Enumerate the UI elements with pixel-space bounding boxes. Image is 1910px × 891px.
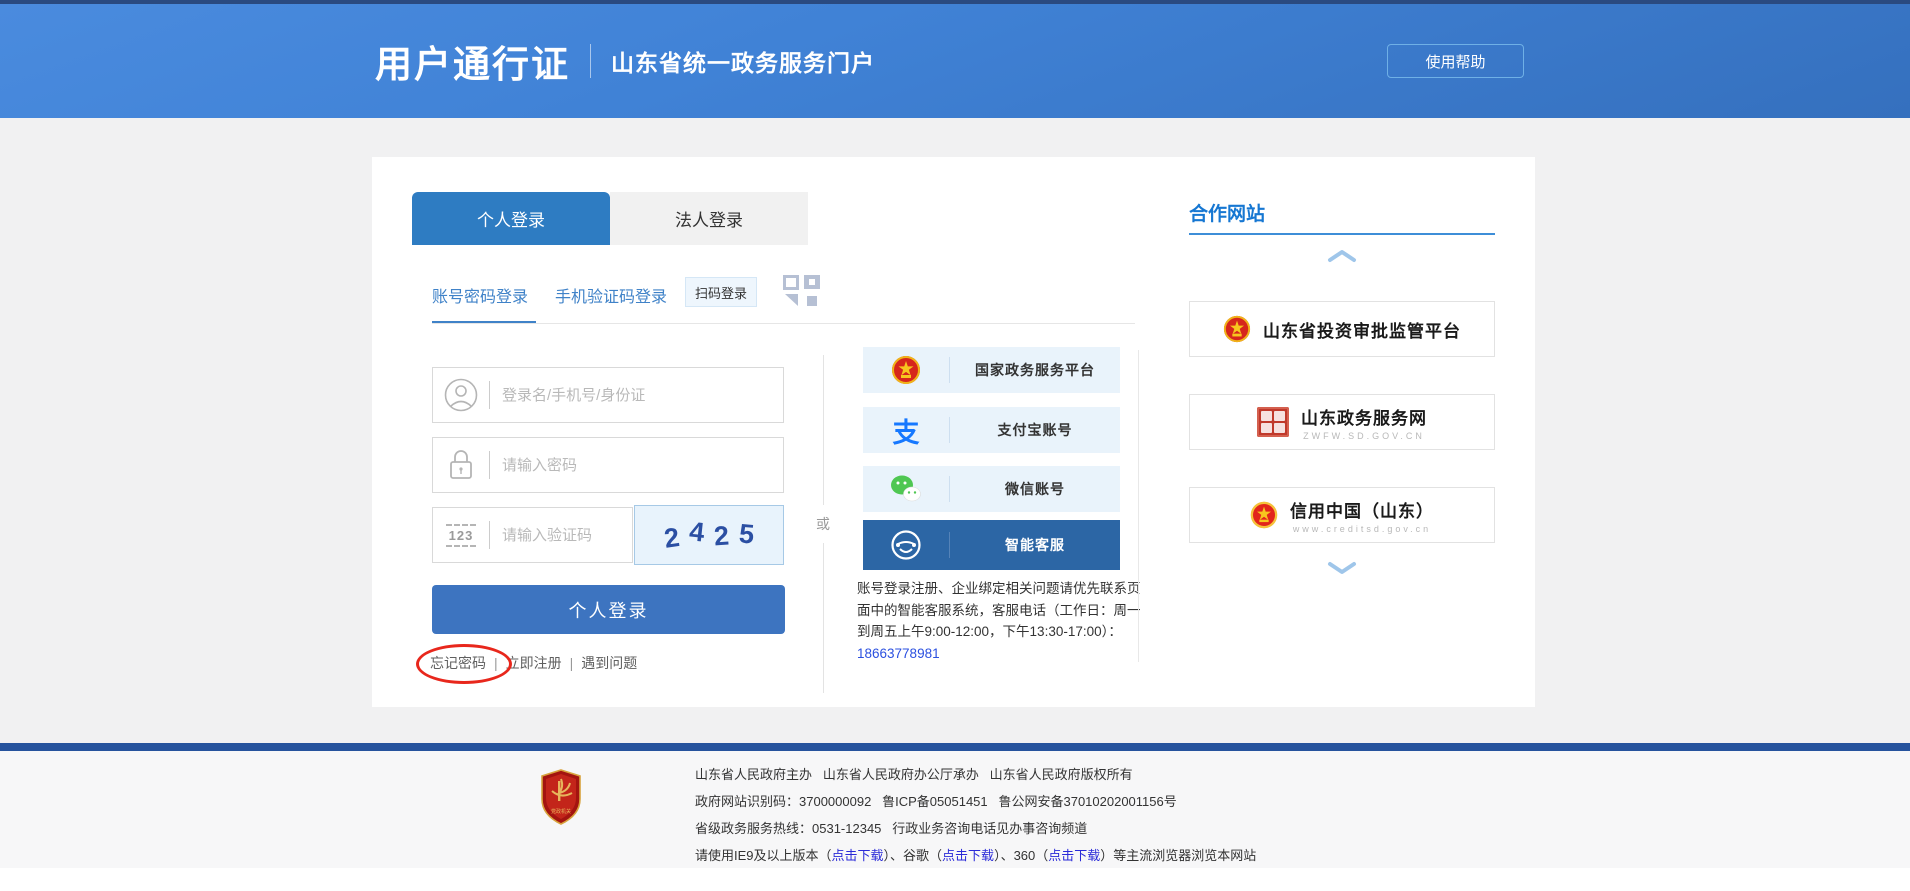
captcha-image[interactable]: 2 4 2 5 xyxy=(634,505,784,565)
carousel-up-icon[interactable] xyxy=(1327,249,1357,263)
download-360-link[interactable]: 点击下载 xyxy=(1048,848,1100,863)
robot-service-icon xyxy=(863,529,949,561)
login-card: 个人登录 法人登录 账号密码登录 手机验证码登录 扫码登录 xyxy=(372,157,1535,707)
having-trouble-link[interactable]: 遇到问题 xyxy=(581,653,637,673)
tab-personal-login[interactable]: 个人登录 xyxy=(412,192,610,245)
captcha-field[interactable]: 123 xyxy=(432,507,633,563)
carousel-down-icon[interactable] xyxy=(1327,561,1357,575)
password-input[interactable] xyxy=(490,457,783,474)
help-button[interactable]: 使用帮助 xyxy=(1387,44,1524,78)
partner-sites-panel: 合作网站 山东省投资审批监管平台 xyxy=(1189,157,1495,707)
user-icon xyxy=(433,378,489,412)
brand-subtitle: 山东省统一政务服务门户 xyxy=(611,44,875,78)
alipay-login-button[interactable]: 支 支付宝账号 xyxy=(863,407,1120,453)
footer-accent-bar xyxy=(0,743,1910,751)
download-ie-link[interactable]: 点击下载 xyxy=(832,848,884,863)
lock-icon xyxy=(433,448,489,482)
captcha-digit: 2 xyxy=(662,522,681,555)
methods-separator-line xyxy=(432,323,1135,324)
link-separator: | xyxy=(494,655,498,671)
smart-customer-service-button[interactable]: 智能客服 xyxy=(863,520,1120,570)
footer: 党政机关 山东省人民政府主办 山东省人民政府办公厅承办 山东省人民政府版权所有 … xyxy=(0,751,1910,868)
tab-corporate-login[interactable]: 法人登录 xyxy=(610,192,808,245)
download-chrome-link[interactable]: 点击下载 xyxy=(942,848,994,863)
customer-service-note: 账号登录注册、企业绑定相关问题请优先联系页面中的智能客服系统，客服电话（工作日：… xyxy=(857,578,1144,664)
service-phone-link[interactable]: 18663778981 xyxy=(857,646,940,661)
login-page: 用户通行证 山东省统一政务服务门户 使用帮助 个人登录 法人登录 账号密码登录 … xyxy=(0,0,1910,891)
login-tabs: 个人登录 法人登录 xyxy=(412,192,808,245)
forgot-password-link[interactable]: 忘记密码 xyxy=(430,653,486,673)
bottom-white-strip xyxy=(0,868,1910,891)
partners-title: 合作网站 xyxy=(1189,199,1265,226)
footer-line-3: 省级政务服务热线：0531-12345 行政业务咨询电话见办事咨询频道 xyxy=(695,819,1087,839)
government-badge-icon: 党政机关 xyxy=(540,769,582,825)
login-methods: 账号密码登录 手机验证码登录 xyxy=(432,275,667,315)
red-seal-icon xyxy=(1257,407,1289,437)
captcha-digit: 2 xyxy=(713,520,730,552)
captcha-digit: 4 xyxy=(688,516,706,548)
wechat-login-button[interactable]: 微信账号 xyxy=(863,466,1120,512)
partner-card-zwfw[interactable]: 山东政务服务网 ZWFW.SD.GOV.CN xyxy=(1189,394,1495,450)
digits-icon: 123 xyxy=(433,524,489,547)
credit-emblem-icon xyxy=(1250,501,1278,529)
partner-card-investment-platform[interactable]: 山东省投资审批监管平台 xyxy=(1189,301,1495,357)
footer-line-1: 山东省人民政府主办 山东省人民政府办公厅承办 山东省人民政府版权所有 xyxy=(695,765,1133,785)
partners-title-underline xyxy=(1189,233,1495,235)
qr-code-icon[interactable] xyxy=(783,275,820,308)
username-input[interactable] xyxy=(490,387,783,404)
register-link[interactable]: 立即注册 xyxy=(506,653,562,673)
personal-login-button[interactable]: 个人登录 xyxy=(432,585,785,634)
partner-card-credit-china[interactable]: 信用中国（山东） www.creditsd.gov.cn xyxy=(1189,487,1495,543)
link-separator: | xyxy=(570,655,574,671)
or-text: 或 xyxy=(816,514,830,534)
username-field[interactable] xyxy=(432,367,784,423)
brand: 用户通行证 山东省统一政务服务门户 xyxy=(375,4,875,118)
header: 用户通行证 山东省统一政务服务门户 使用帮助 xyxy=(0,4,1910,118)
or-divider: 或 xyxy=(816,355,830,693)
brand-title: 用户通行证 xyxy=(375,34,570,88)
method-password-login[interactable]: 账号密码登录 xyxy=(432,283,528,307)
national-platform-login-button[interactable]: 国家政务服务平台 xyxy=(863,347,1120,393)
wechat-icon xyxy=(863,475,949,503)
captcha-input[interactable] xyxy=(490,527,632,544)
brand-divider xyxy=(590,44,591,78)
footer-line-4: 请使用IE9及以上版本（点击下载）、谷歌（点击下载）、360（点击下载）等主流浏… xyxy=(695,846,1256,866)
footer-line-2: 政府网站识别码：3700000092 鲁ICP备05051451 鲁公网安备37… xyxy=(695,792,1177,812)
national-emblem-icon xyxy=(863,355,949,385)
scan-login-tooltip[interactable]: 扫码登录 xyxy=(685,277,757,307)
method-sms-login[interactable]: 手机验证码登录 xyxy=(555,283,667,307)
captcha-digit: 5 xyxy=(738,518,756,550)
national-emblem-icon xyxy=(1223,315,1251,343)
alipay-icon: 支 xyxy=(863,411,949,450)
helper-links: 忘记密码 | 立即注册 | 遇到问题 xyxy=(430,653,637,673)
column-divider xyxy=(1138,350,1139,662)
password-field[interactable] xyxy=(432,437,784,493)
